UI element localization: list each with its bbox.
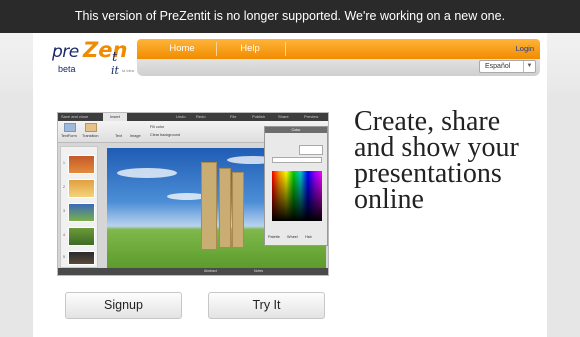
cloud (117, 168, 177, 178)
logo-pre: pre (52, 42, 79, 62)
language-select[interactable]: Español ▼ (479, 60, 536, 73)
preview-menu-item: File (230, 114, 237, 119)
app-preview-image: Save and close Insert Undo Redo File Pub… (57, 112, 329, 276)
color-input (272, 157, 322, 163)
slide-thumbnail (68, 179, 95, 198)
castle-tower (219, 168, 231, 248)
slide-thumbnail (68, 155, 95, 174)
hero-headline: Create, share and show your presentation… (354, 106, 519, 215)
slide-number: 5 (63, 255, 65, 259)
textform-icon (64, 123, 76, 132)
preview-menu-item: Undo (176, 114, 186, 119)
preview-menu-item: Redo (196, 114, 206, 119)
color-panel-tab: Palette (268, 235, 280, 239)
slide-number: 1 (63, 161, 65, 165)
transition-icon (85, 123, 97, 132)
logo-t: t (112, 50, 118, 65)
try-it-button[interactable]: Try It (208, 292, 325, 319)
logo-it: it (111, 64, 119, 77)
logo-zen: Zen (83, 38, 128, 62)
prezentit-logo[interactable]: pre Zen t beta it ta idea (52, 38, 135, 80)
logo-beta: beta (58, 64, 76, 74)
color-swatch-grid (272, 171, 322, 221)
slide-thumbnail (68, 227, 95, 246)
preview-color-panel-title: Color (265, 127, 327, 133)
slide-thumbnail (68, 251, 95, 265)
preview-color-panel: Color Palette Wheel Hsb (264, 126, 328, 246)
preview-ribbon-label: Text (115, 134, 122, 138)
color-preview (299, 145, 323, 155)
slide-number: 2 (63, 185, 65, 189)
nav-help[interactable]: Help (217, 39, 283, 59)
preview-status-label: Notes (254, 269, 264, 273)
castle-tower (201, 162, 217, 250)
signup-button[interactable]: Signup (65, 292, 182, 319)
language-select-value: Español (485, 63, 511, 70)
main-nav: Home Help Login (137, 39, 540, 59)
login-link[interactable]: Login (516, 39, 534, 59)
preview-ribbon-label: Clear background (150, 133, 180, 137)
preview-slide-list: 1 2 3 4 5 (60, 146, 98, 268)
preview-menu-item: Preview (304, 114, 319, 119)
preview-menu-item: Share (278, 114, 289, 119)
preview-ribbon-label: Fill color (150, 125, 165, 129)
slide-thumbnail (68, 203, 95, 222)
preview-ribbon-label: Image (130, 134, 141, 138)
color-panel-tab: Wheel (287, 235, 298, 239)
deprecation-banner: This version of PreZentit is no longer s… (0, 0, 580, 33)
color-panel-tab: Hsb (305, 235, 312, 239)
preview-menu-item: Publish (252, 114, 266, 119)
preview-ribbon-label: Transition (82, 134, 99, 138)
slide-number: 3 (63, 209, 65, 213)
castle-tower (232, 172, 244, 248)
preview-menu-item: Insert (103, 113, 127, 121)
preview-statusbar: Abstract Notes (58, 268, 328, 275)
nav-home[interactable]: Home (149, 39, 215, 59)
chevron-down-icon: ▼ (523, 61, 535, 72)
slide-number: 4 (63, 233, 65, 237)
preview-status-label: Abstract (204, 269, 217, 273)
preview-menubar: Save and close Insert Undo Redo File Pub… (58, 113, 328, 121)
nav-divider (285, 42, 286, 56)
preview-menu-item: Save and close (61, 114, 89, 119)
preview-ribbon-label: TextForm (61, 134, 77, 138)
logo-tagline: ta idea (122, 68, 135, 73)
